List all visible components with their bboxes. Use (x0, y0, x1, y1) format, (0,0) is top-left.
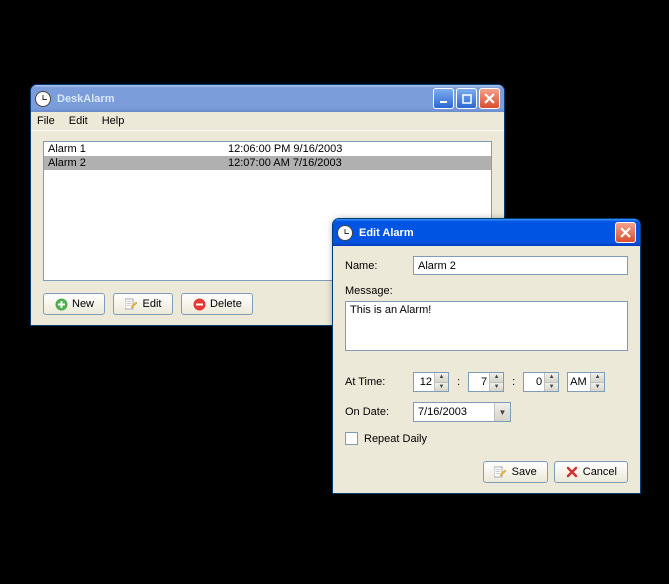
alarm-time: 12:06:00 PM 9/16/2003 (228, 143, 487, 155)
spin-up[interactable]: ▲ (545, 373, 558, 383)
minimize-button[interactable] (433, 88, 454, 109)
delete-label: Delete (210, 298, 242, 310)
pencil-icon (494, 465, 508, 479)
new-button[interactable]: New (43, 293, 105, 315)
spin-down[interactable]: ▼ (545, 383, 558, 392)
alarm-time: 12:07:00 AM 7/16/2003 (228, 157, 487, 169)
edit-alarm-dialog: Edit Alarm Name: Message: At Time: ▲▼ : … (332, 218, 641, 494)
alarm-name: Alarm 2 (48, 157, 228, 169)
cancel-button[interactable]: Cancel (554, 461, 628, 483)
pencil-icon (125, 297, 139, 311)
chevron-down-icon[interactable]: ▼ (494, 403, 510, 421)
hour-spinner[interactable]: ▲▼ (413, 372, 449, 392)
clock-icon (35, 91, 51, 107)
plus-icon (54, 297, 68, 311)
menu-file[interactable]: File (37, 115, 55, 127)
date-label: On Date: (345, 406, 405, 418)
name-input[interactable] (413, 256, 628, 275)
save-label: Save (512, 466, 537, 478)
spin-down[interactable]: ▼ (490, 383, 503, 392)
message-input[interactable] (345, 301, 628, 351)
dialog-titlebar[interactable]: Edit Alarm (333, 219, 640, 246)
hour-input[interactable] (414, 373, 434, 391)
time-label: At Time: (345, 376, 405, 388)
main-title: DeskAlarm (55, 93, 433, 105)
date-picker[interactable]: ▼ (413, 402, 511, 422)
dialog-title: Edit Alarm (357, 227, 615, 239)
minute-input[interactable] (469, 373, 489, 391)
edit-label: Edit (143, 298, 162, 310)
edit-button[interactable]: Edit (113, 293, 173, 315)
new-label: New (72, 298, 94, 310)
menu-help[interactable]: Help (102, 115, 125, 127)
main-titlebar[interactable]: DeskAlarm (31, 85, 504, 112)
spin-up[interactable]: ▲ (490, 373, 503, 383)
close-button[interactable] (615, 222, 636, 243)
clock-icon (337, 225, 353, 241)
repeat-label: Repeat Daily (364, 433, 427, 445)
close-button[interactable] (479, 88, 500, 109)
maximize-button[interactable] (456, 88, 477, 109)
delete-icon (192, 297, 206, 311)
list-item[interactable]: Alarm 1 12:06:00 PM 9/16/2003 (44, 142, 491, 156)
repeat-checkbox[interactable] (345, 432, 358, 445)
spin-up[interactable]: ▲ (591, 373, 604, 383)
save-button[interactable]: Save (483, 461, 548, 483)
second-input[interactable] (524, 373, 544, 391)
alarm-name: Alarm 1 (48, 143, 228, 155)
date-input[interactable] (414, 403, 494, 421)
ampm-input[interactable] (568, 373, 590, 391)
minute-spinner[interactable]: ▲▼ (468, 372, 504, 392)
cancel-label: Cancel (583, 466, 617, 478)
second-spinner[interactable]: ▲▼ (523, 372, 559, 392)
x-icon (565, 465, 579, 479)
spin-down[interactable]: ▼ (591, 383, 604, 392)
menu-edit[interactable]: Edit (69, 115, 88, 127)
ampm-spinner[interactable]: ▲▼ (567, 372, 605, 392)
spin-down[interactable]: ▼ (435, 383, 448, 392)
message-label: Message: (345, 285, 393, 297)
delete-button[interactable]: Delete (181, 293, 253, 315)
name-label: Name: (345, 260, 405, 272)
spin-up[interactable]: ▲ (435, 373, 448, 383)
list-item[interactable]: Alarm 2 12:07:00 AM 7/16/2003 (44, 156, 491, 170)
menubar: File Edit Help (31, 112, 504, 131)
